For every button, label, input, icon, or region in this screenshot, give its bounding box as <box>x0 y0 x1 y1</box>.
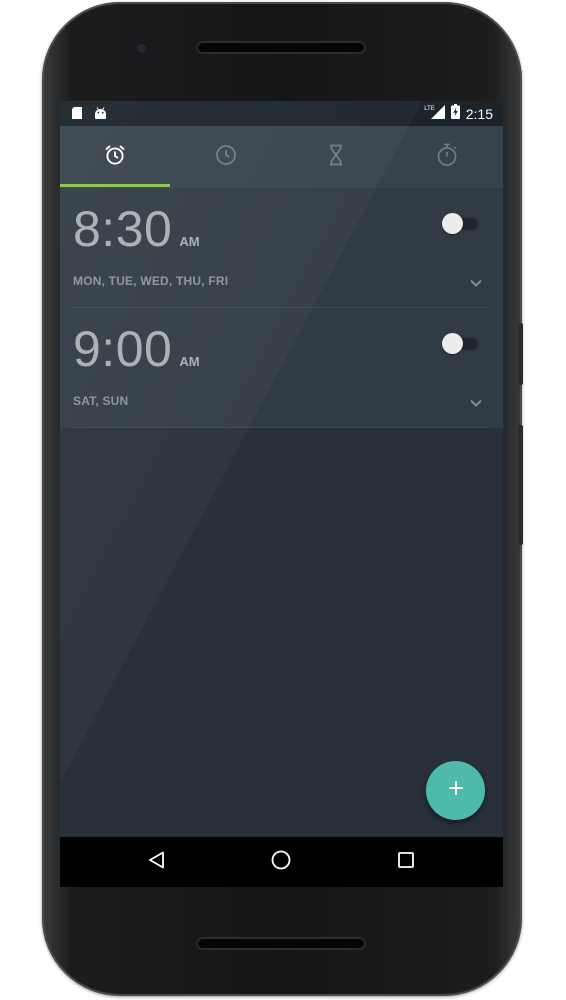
recents-icon <box>397 851 415 874</box>
stopwatch-icon <box>436 143 458 172</box>
back-icon <box>147 850 167 875</box>
tab-clock[interactable] <box>171 126 281 188</box>
divider <box>72 427 489 428</box>
alarm-time-value: 9:00 <box>73 321 173 377</box>
back-button[interactable] <box>145 850 169 874</box>
alarm-ampm: AM <box>179 234 200 249</box>
screen: LTE 2:15 8:30 AM MON, TUE, WED, THU, FRI… <box>60 101 503 887</box>
alarm-toggle[interactable] <box>442 332 480 356</box>
chevron-down-icon[interactable] <box>469 275 483 287</box>
clock-icon <box>215 144 237 171</box>
battery-charging-icon <box>450 104 460 124</box>
chevron-down-icon[interactable] <box>469 395 483 407</box>
alarm-time-value: 8:30 <box>73 201 173 257</box>
alarm-toggle[interactable] <box>442 212 480 236</box>
alarm-repeat-days: SAT, SUN <box>73 394 129 408</box>
alarm-icon <box>104 144 126 171</box>
tab-timer[interactable] <box>281 126 391 188</box>
add-alarm-button[interactable] <box>426 761 485 820</box>
alarm-repeat-days: MON, TUE, WED, THU, FRI <box>73 274 229 288</box>
home-button[interactable] <box>269 850 293 874</box>
toggle-thumb <box>442 333 463 354</box>
volume-button <box>518 425 523 545</box>
alarm-item[interactable]: 9:00 AM SAT, SUN <box>60 308 503 428</box>
sd-card-icon <box>72 106 82 124</box>
plus-icon <box>447 779 465 802</box>
network-type-label: LTE <box>424 106 435 112</box>
tab-bar <box>60 126 503 188</box>
status-bar: LTE 2:15 <box>60 101 503 126</box>
status-time: 2:15 <box>465 106 493 122</box>
tab-alarm[interactable] <box>60 126 170 188</box>
front-camera <box>138 45 145 52</box>
toggle-thumb <box>442 213 463 234</box>
recents-button[interactable] <box>394 850 418 874</box>
navigation-bar <box>60 837 503 887</box>
power-button <box>518 323 523 385</box>
alarm-time[interactable]: 9:00 AM <box>73 320 200 378</box>
android-icon <box>94 106 107 124</box>
home-icon <box>270 849 292 876</box>
tab-indicator <box>60 184 170 187</box>
earpiece-speaker <box>196 41 366 54</box>
alarm-item[interactable]: 8:30 AM MON, TUE, WED, THU, FRI <box>60 188 503 308</box>
alarm-ampm: AM <box>179 354 200 369</box>
bottom-speaker <box>196 937 366 950</box>
hourglass-icon <box>328 144 344 171</box>
alarm-time[interactable]: 8:30 AM <box>73 200 200 258</box>
tab-stopwatch[interactable] <box>392 126 502 188</box>
